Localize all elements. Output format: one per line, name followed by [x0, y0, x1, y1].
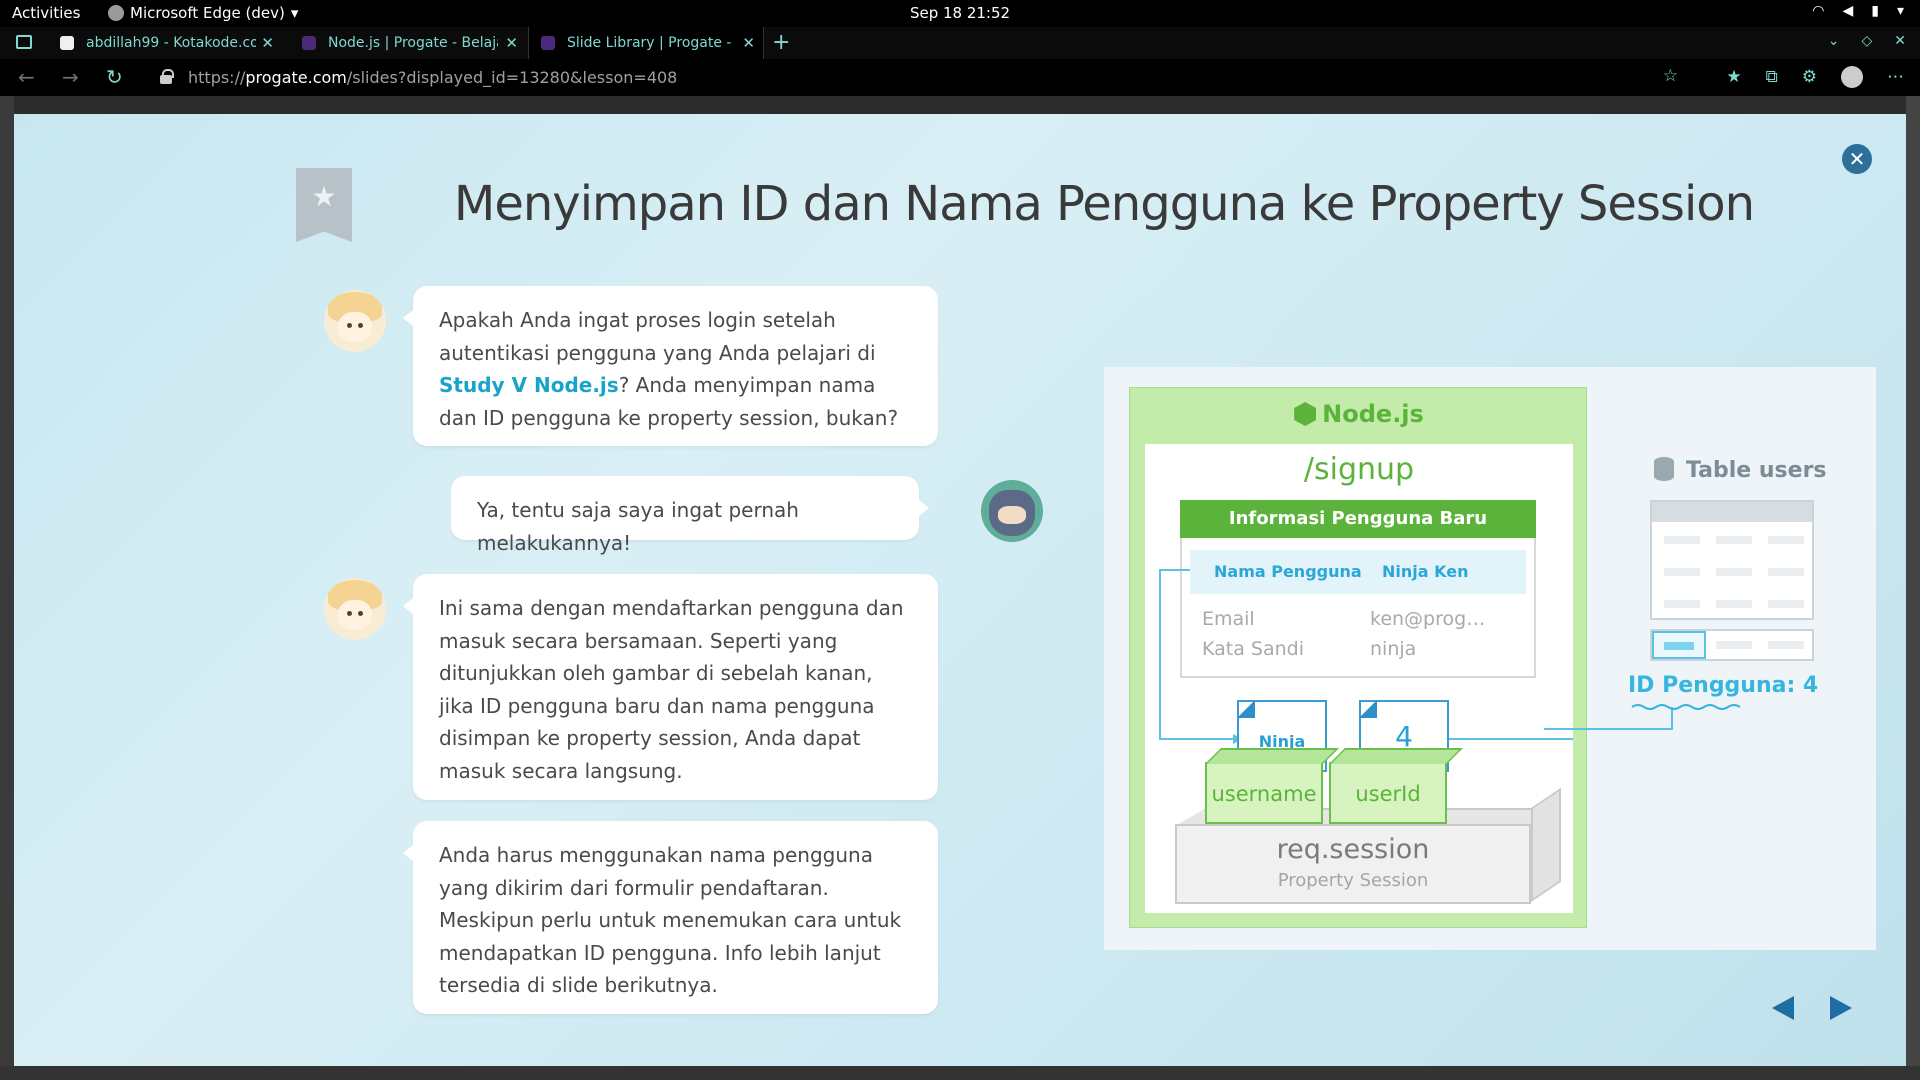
users-table-new-row: [1650, 629, 1814, 661]
add-favorite-icon[interactable]: ☆: [1663, 66, 1678, 86]
sheep-avatar: [324, 290, 386, 352]
close-slide-button[interactable]: ✕: [1842, 144, 1872, 174]
tab-title: abdillah99 - Kotakode.com: [86, 35, 256, 51]
more-menu-icon[interactable]: ⋯: [1887, 67, 1904, 87]
page-left-edge: [0, 96, 14, 1080]
system-tray[interactable]: ◠ ◀ ▮ ▾: [1812, 3, 1904, 19]
lock-icon[interactable]: [160, 69, 174, 84]
url-text: https://progate.com/slides?displayed_id=…: [188, 68, 678, 87]
profile-avatar[interactable]: [1841, 66, 1863, 88]
tab-list-chevron-icon[interactable]: ⌄: [1828, 33, 1840, 49]
close-icon: ✕: [1848, 147, 1866, 171]
power-menu-icon: ▾: [1896, 3, 1904, 19]
session-illustration: Node.js /signup Informasi Pengguna Baru …: [1104, 367, 1876, 950]
user-id-label: ID Pengguna: 4: [1628, 673, 1819, 698]
minimize-icon[interactable]: ◇: [1861, 33, 1872, 49]
previous-slide-button[interactable]: [1772, 996, 1794, 1020]
tab-actions-icon[interactable]: [16, 35, 32, 49]
next-slide-button[interactable]: [1830, 996, 1852, 1020]
page-scrollbar[interactable]: [1906, 96, 1920, 1080]
url-field[interactable]: https://progate.com/slides?displayed_id=…: [146, 63, 1688, 92]
close-tab-icon[interactable]: ✕: [261, 34, 274, 52]
users-table: [1650, 500, 1814, 620]
study-link[interactable]: Study V Node.js: [439, 373, 619, 397]
forward-button[interactable]: →: [62, 65, 79, 89]
page-horizontal-scrollbar[interactable]: [0, 1066, 1920, 1080]
favorites-icon[interactable]: ★: [1726, 67, 1741, 87]
database-icon: [1654, 457, 1674, 481]
kotakode-favicon-icon: [60, 36, 74, 50]
clock[interactable]: Sep 18 21:52: [0, 4, 1920, 22]
table-users-label: Table users: [1654, 457, 1827, 483]
tab-title: Node.js | Progate - Belajar: [328, 35, 498, 51]
close-tab-icon[interactable]: ✕: [505, 34, 518, 52]
extensions-icon[interactable]: ⚙: [1802, 67, 1817, 87]
slide-title: Menyimpan ID dan Nama Pengguna ke Proper…: [453, 176, 1755, 232]
ninja-avatar: [981, 480, 1043, 542]
chat-bubble-4: Anda harus menggunakan nama pengguna yan…: [403, 821, 938, 1014]
bubble-text: Anda harus menggunakan nama pengguna yan…: [439, 843, 902, 997]
system-top-bar: Activities Microsoft Edge (dev) ▾ Sep 18 …: [0, 0, 1920, 27]
bubble-text: Apakah Anda ingat proses login setelah a…: [439, 308, 876, 365]
tab-slide-library[interactable]: Slide Library | Progate - Bel ✕: [528, 27, 764, 59]
back-button[interactable]: ←: [18, 65, 35, 89]
reload-button[interactable]: ↻: [106, 65, 123, 89]
tab-strip: abdillah99 - Kotakode.com ✕ Node.js | Pr…: [0, 27, 1920, 59]
bookmark-button[interactable]: ★: [296, 168, 352, 242]
new-tab-button[interactable]: +: [772, 30, 790, 55]
chat-bubble-3: Ini sama dengan mendaftarkan pengguna da…: [403, 574, 938, 800]
progate-favicon-icon: [302, 36, 316, 50]
volume-icon: ◀: [1842, 3, 1854, 19]
tab-kotakode[interactable]: abdillah99 - Kotakode.com ✕: [48, 27, 282, 59]
window-controls: ⌄ ◇ ✕: [1828, 33, 1906, 49]
close-tab-icon[interactable]: ✕: [742, 34, 755, 52]
slide-modal: ✕ ★ Menyimpan ID dan Nama Pengguna ke Pr…: [14, 114, 1906, 1066]
sheep-avatar: [324, 578, 386, 640]
tab-title: Slide Library | Progate - Bel: [567, 35, 737, 51]
progate-favicon-icon: [541, 36, 555, 50]
bubble-text: Ini sama dengan mendaftarkan pengguna da…: [439, 596, 904, 783]
battery-icon: ▮: [1871, 3, 1879, 19]
wifi-icon: ◠: [1812, 3, 1825, 19]
tab-nodejs-progate[interactable]: Node.js | Progate - Belajar ✕: [290, 27, 526, 59]
address-bar-row: ← → ↻ https://progate.com/slides?display…: [0, 59, 1920, 96]
wavy-underline: [1631, 704, 1741, 710]
collections-icon[interactable]: ⧉: [1766, 67, 1778, 87]
star-icon: ★: [311, 180, 337, 213]
chat-bubble-2: Ya, tentu saja saya ingat pernah melakuk…: [451, 476, 929, 555]
chat-bubble-1: Apakah Anda ingat proses login setelah a…: [403, 286, 938, 446]
close-window-icon[interactable]: ✕: [1894, 33, 1906, 49]
bubble-text: Ya, tentu saja saya ingat pernah melakuk…: [477, 498, 799, 555]
browser-toolbar: ★ ⧉ ⚙ ⋯: [1726, 66, 1904, 88]
